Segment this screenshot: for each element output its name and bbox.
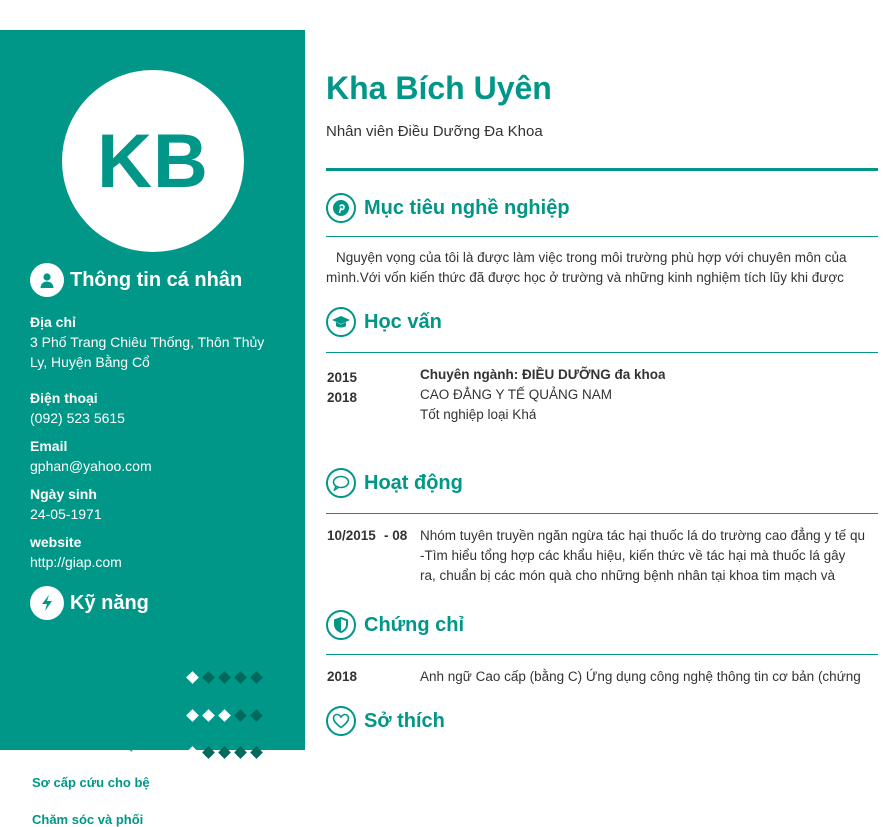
heart-icon <box>326 706 356 736</box>
skill-name: Chăm sóc và phối <box>32 812 144 827</box>
skill-rating-diamond <box>250 670 263 684</box>
shield-icon <box>326 610 356 640</box>
activity-line-1: Nhóm tuyên truyền ngăn ngừa tác hại thuố… <box>420 528 865 543</box>
skill-rating-diamond <box>218 670 231 684</box>
certificate-title: Chứng chỉ <box>364 613 465 636</box>
chat-bubble-icon <box>326 468 356 498</box>
skill-rating-diamond <box>234 670 247 684</box>
skill-rating-diamond <box>250 745 263 759</box>
activity-line-2: -Tìm hiểu tổng hợp các khẩu hiệu, kiến t… <box>420 548 846 563</box>
activity-heading: Hoạt động <box>326 468 463 498</box>
main-content: Kha Bích Uyên Nhân viên Điều Dưỡng Đa Kh… <box>326 0 894 750</box>
skill-rating-diamond <box>218 745 231 759</box>
activity-line-3: ra, chuẩn bị các món quà cho những bệnh … <box>420 568 836 583</box>
objective-divider <box>326 236 878 237</box>
skill-rating-diamond <box>234 745 247 759</box>
skill-row: Sơ cấp cứu cho bệ <box>32 705 272 790</box>
dob-value: 24-05-1971 <box>30 506 102 522</box>
skills-heading: Kỹ năng <box>30 586 149 620</box>
education-heading: Học vấn <box>326 307 442 337</box>
activity-date-start: 10/2015 <box>327 528 376 543</box>
skill-name: Sơ cấp cứu cho bệ <box>32 775 150 790</box>
objective-line-2: mình.Với vốn kiến thức đã được học ở trư… <box>326 270 844 285</box>
website-value[interactable]: http://giap.com <box>30 552 280 572</box>
hobby-title: Sở thích <box>364 709 445 732</box>
lightning-icon <box>30 586 64 620</box>
sidebar: KB Thông tin cá nhân Địa chỉ 3 Phố Trang… <box>0 30 305 827</box>
activity-title: Hoạt động <box>364 471 463 494</box>
phone-label: Điện thoại <box>30 390 98 406</box>
email-value[interactable]: gphan@yahoo.com <box>30 456 280 476</box>
skill-rating-diamond <box>186 745 199 759</box>
skill-rating-diamond <box>250 708 263 722</box>
education-title: Học vấn <box>364 310 442 333</box>
avatar: KB <box>62 70 244 252</box>
skill-row: Chăm sóc và phối <box>32 742 272 827</box>
personal-info-heading: Thông tin cá nhân <box>30 263 242 297</box>
skill-rating <box>186 708 268 722</box>
header-divider <box>326 168 878 171</box>
skill-rating-diamond <box>234 708 247 722</box>
skill-row: Khám và điều trị c <box>32 667 272 752</box>
pinterest-icon <box>326 193 356 223</box>
address-block: Địa chỉ 3 Phố Trang Chiêu Thống, Thôn Th… <box>30 312 280 372</box>
education-result: Tốt nghiệp loại Khá <box>420 407 537 422</box>
website-label: website <box>30 534 82 550</box>
education-major: Chuyên ngành: ĐIỀU DƯỠNG đa khoa <box>420 367 666 382</box>
skill-rating-diamond <box>186 708 199 722</box>
activity-date-end: - 08 <box>384 528 408 543</box>
education-school: CAO ĐẲNG Y TẾ QUẢNG NAM <box>420 387 613 402</box>
education-divider <box>326 352 878 353</box>
dob-block: Ngày sinh 24-05-1971 <box>30 484 280 524</box>
email-label: Email <box>30 438 68 454</box>
objective-heading: Mục tiêu nghề nghiệp <box>326 193 570 223</box>
skill-rating-diamond <box>202 745 215 759</box>
phone-value: (092) 523 5615 <box>30 410 125 426</box>
personal-info-title: Thông tin cá nhân <box>70 268 243 291</box>
phone-block: Điện thoại (092) 523 5615 <box>30 388 280 428</box>
objective-line-1: Nguyện vọng của tôi là được làm việc tro… <box>336 250 847 265</box>
objective-title: Mục tiêu nghề nghiệp <box>364 196 570 219</box>
education-end-year: 2018 <box>327 390 358 405</box>
skill-rating-diamond <box>202 708 215 722</box>
skill-rating-diamond <box>202 670 215 684</box>
graduation-cap-icon <box>326 307 356 337</box>
certificate-year: 2018 <box>327 669 358 684</box>
certificate-heading: Chứng chỉ <box>326 610 464 640</box>
avatar-initials: KB <box>97 118 209 204</box>
education-start-year: 2015 <box>327 370 358 385</box>
hobby-heading: Sở thích <box>326 706 445 736</box>
candidate-name: Kha Bích Uyên <box>326 70 552 106</box>
user-icon <box>30 263 64 297</box>
skills-title: Kỹ năng <box>70 591 149 614</box>
certificate-divider <box>326 654 878 655</box>
dob-label: Ngày sinh <box>30 486 97 502</box>
candidate-role: Nhân viên Điều Dưỡng Đa Khoa <box>326 123 543 140</box>
skill-rating <box>186 745 268 759</box>
address-value: 3 Phố Trang Chiêu Thống, Thôn Thủy Ly, H… <box>30 334 265 370</box>
email-block: Email gphan@yahoo.com <box>30 436 280 476</box>
skill-rating-diamond <box>186 670 199 684</box>
skill-rating-diamond <box>218 708 231 722</box>
skill-rating <box>186 670 268 684</box>
activity-divider <box>326 513 878 514</box>
address-label: Địa chỉ <box>30 314 76 330</box>
certificate-text: Anh ngữ Cao cấp (bằng C) Ứng dụng công n… <box>420 669 861 684</box>
website-block: website http://giap.com <box>30 532 280 572</box>
